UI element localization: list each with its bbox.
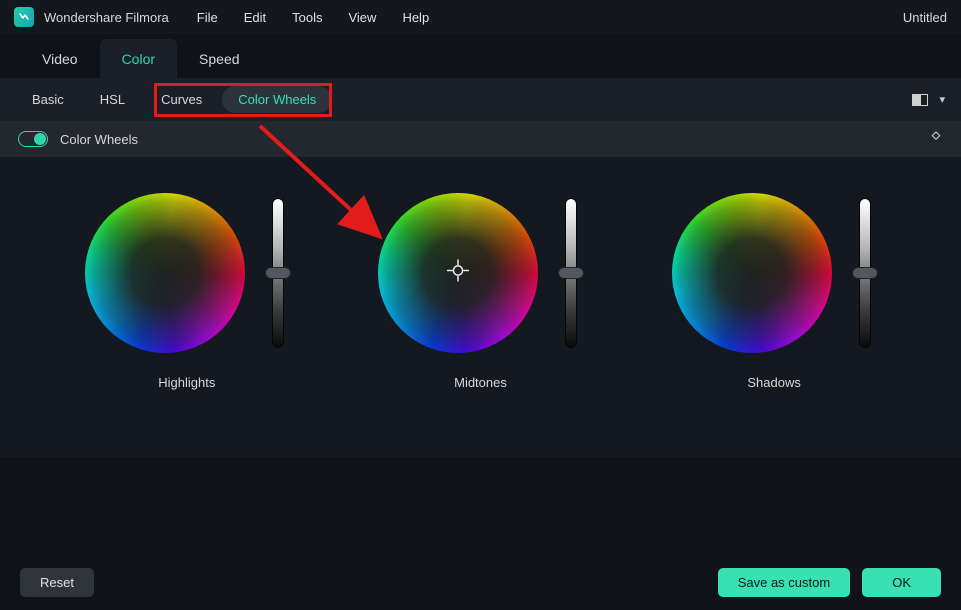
wheel-unit-midtones: Midtones	[378, 193, 582, 447]
menu-view[interactable]: View	[348, 10, 376, 25]
section-title: Color Wheels	[60, 132, 138, 147]
color-wheels-panel: Highlights Midtones Shadows	[0, 157, 961, 457]
brightness-slider-shadows[interactable]	[854, 198, 876, 348]
chevron-down-icon[interactable]: ▾	[939, 93, 945, 106]
save-as-custom-button[interactable]: Save as custom	[718, 568, 851, 597]
subtab-basic[interactable]: Basic	[16, 86, 80, 113]
color-wheel-midtones[interactable]	[378, 193, 538, 353]
subtab-hsl[interactable]: HSL	[84, 86, 141, 113]
ok-button[interactable]: OK	[862, 568, 941, 597]
menu-help[interactable]: Help	[402, 10, 429, 25]
sub-tabs: Basic HSL Curves Color Wheels	[16, 86, 332, 113]
main-tabs: Video Color Speed	[0, 34, 961, 78]
sub-tabs-bar: Basic HSL Curves Color Wheels ▾	[0, 78, 961, 121]
section-reset-icon[interactable]	[929, 131, 943, 148]
title-bar: Wondershare Filmora File Edit Tools View…	[0, 0, 961, 34]
tab-speed[interactable]: Speed	[177, 39, 261, 78]
tab-color[interactable]: Color	[100, 39, 177, 78]
app-logo	[14, 7, 34, 27]
color-wheel-highlights[interactable]	[85, 193, 245, 353]
wheel-label-midtones: Midtones	[454, 375, 507, 390]
brightness-slider-highlights[interactable]	[267, 198, 289, 348]
subtab-color-wheels[interactable]: Color Wheels	[222, 86, 332, 113]
subtab-curves[interactable]: Curves	[145, 86, 218, 113]
section-toggle[interactable]	[18, 131, 48, 147]
wheel-unit-highlights: Highlights	[85, 193, 289, 447]
menu-edit[interactable]: Edit	[244, 10, 266, 25]
footer-bar: Reset Save as custom OK	[0, 554, 961, 610]
wheel-unit-shadows: Shadows	[672, 193, 876, 447]
app-logo-icon	[18, 11, 30, 23]
color-wheel-shadows[interactable]	[672, 193, 832, 353]
tab-video[interactable]: Video	[20, 39, 100, 78]
crosshair-icon[interactable]	[447, 260, 469, 287]
compare-view-icon[interactable]	[911, 93, 929, 107]
document-title: Untitled	[903, 10, 947, 25]
section-header: Color Wheels	[0, 121, 961, 157]
wheel-label-highlights: Highlights	[158, 375, 215, 390]
menu-tools[interactable]: Tools	[292, 10, 322, 25]
menu-file[interactable]: File	[197, 10, 218, 25]
brightness-slider-midtones[interactable]	[560, 198, 582, 348]
app-name: Wondershare Filmora	[44, 10, 169, 25]
main-menu: File Edit Tools View Help	[197, 10, 429, 25]
reset-button[interactable]: Reset	[20, 568, 94, 597]
wheel-label-shadows: Shadows	[747, 375, 800, 390]
